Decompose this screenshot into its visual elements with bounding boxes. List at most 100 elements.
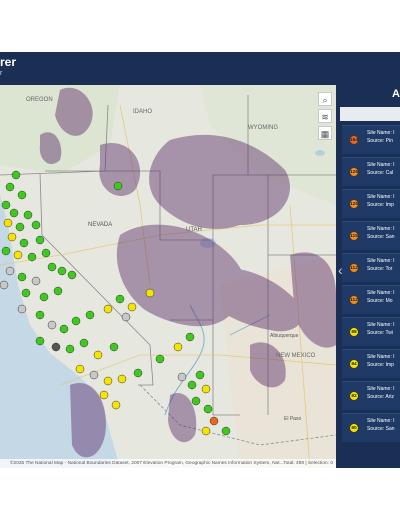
site-marker[interactable] — [39, 292, 49, 302]
source-label: Source: San — [367, 426, 395, 432]
site-marker[interactable] — [79, 338, 89, 348]
site-marker[interactable] — [27, 252, 37, 262]
site-marker[interactable] — [103, 376, 113, 386]
site-marker[interactable] — [187, 380, 197, 390]
site-name-label: Site Name: I — [367, 258, 395, 264]
basemap-icon[interactable]: ▦ — [318, 126, 332, 140]
list-item[interactable]: 126 Site Name: I Source: Cal — [342, 157, 400, 186]
site-marker[interactable] — [127, 302, 137, 312]
map-view[interactable]: OREGON IDAHO WYOMING NEVADA UTAH NEW MEX… — [0, 85, 336, 468]
aqi-badge: 98 — [349, 327, 359, 337]
site-marker[interactable] — [53, 286, 63, 296]
site-marker[interactable] — [209, 416, 219, 426]
site-name-label: Site Name: I — [367, 418, 395, 424]
site-name-label: Site Name: I — [367, 162, 395, 168]
site-marker[interactable] — [21, 288, 31, 298]
site-marker[interactable] — [51, 342, 61, 352]
search-icon[interactable]: ⌕ — [318, 92, 332, 106]
site-name-label: Site Name: I — [367, 322, 395, 328]
list-item[interactable]: 164 Site Name: I Source: Pin — [342, 125, 400, 154]
site-marker[interactable] — [67, 270, 77, 280]
site-marker[interactable] — [31, 220, 41, 230]
site-marker[interactable] — [35, 336, 45, 346]
site-marker[interactable] — [19, 238, 29, 248]
map-canvas[interactable]: OREGON IDAHO WYOMING NEVADA UTAH NEW MEX… — [0, 85, 336, 468]
layers-icon[interactable]: ≋ — [318, 109, 332, 123]
site-marker[interactable] — [23, 210, 33, 220]
list-item[interactable]: 125 Site Name: I Source: Imp — [342, 189, 400, 218]
site-marker[interactable] — [191, 396, 201, 406]
site-marker[interactable] — [185, 332, 195, 342]
site-marker[interactable] — [35, 310, 45, 320]
site-marker[interactable] — [121, 312, 131, 322]
site-marker[interactable] — [195, 370, 205, 380]
site-marker[interactable] — [59, 324, 69, 334]
site-marker[interactable] — [203, 404, 213, 414]
site-marker[interactable] — [99, 390, 109, 400]
site-marker[interactable] — [17, 272, 27, 282]
site-marker[interactable] — [201, 384, 211, 394]
site-marker[interactable] — [71, 316, 81, 326]
site-marker[interactable] — [89, 370, 99, 380]
list-item[interactable]: 98 Site Name: I Source: Twi — [342, 317, 400, 346]
list-item[interactable]: 112 Site Name: I Source: Mo — [342, 285, 400, 314]
site-marker[interactable] — [1, 246, 11, 256]
list-item[interactable]: 115 Site Name: I Source: San — [342, 221, 400, 250]
site-marker[interactable] — [17, 304, 27, 314]
site-marker[interactable] — [13, 250, 23, 260]
site-marker[interactable] — [173, 342, 183, 352]
aqi-badge: 94 — [349, 359, 359, 369]
site-marker[interactable] — [1, 200, 11, 210]
site-marker[interactable] — [93, 350, 103, 360]
list-item[interactable]: 112 Site Name: I Source: Tor — [342, 253, 400, 282]
list-item[interactable]: 92 Site Name: I Source: Ariz — [342, 381, 400, 410]
site-marker[interactable] — [109, 342, 119, 352]
app-title: rer — [0, 55, 17, 69]
site-marker[interactable] — [133, 368, 143, 378]
site-marker[interactable] — [155, 354, 165, 364]
aqi-badge: 112 — [349, 263, 359, 273]
aqi-badge: 92 — [349, 391, 359, 401]
source-label: Source: Imp — [367, 362, 394, 368]
aqi-badge: 164 — [349, 135, 359, 145]
site-marker[interactable] — [75, 364, 85, 374]
site-marker[interactable] — [85, 310, 95, 320]
list-item[interactable]: 90 Site Name: I Source: San — [342, 413, 400, 442]
source-label: Source: Tor — [367, 266, 393, 272]
site-marker[interactable] — [103, 304, 113, 314]
site-marker[interactable] — [17, 190, 27, 200]
site-marker[interactable] — [5, 266, 15, 276]
site-marker[interactable] — [5, 182, 15, 192]
site-marker[interactable] — [201, 426, 211, 436]
site-marker[interactable] — [117, 374, 127, 384]
state-label-idaho: IDAHO — [133, 109, 152, 115]
site-marker[interactable] — [177, 372, 187, 382]
site-marker[interactable] — [47, 320, 57, 330]
site-marker[interactable] — [47, 262, 57, 272]
site-marker[interactable] — [11, 170, 21, 180]
site-marker[interactable] — [41, 248, 51, 258]
site-marker[interactable] — [115, 294, 125, 304]
site-marker[interactable] — [15, 222, 25, 232]
site-marker[interactable] — [7, 232, 17, 242]
aqi-badge: 115 — [349, 231, 359, 241]
site-marker[interactable] — [65, 344, 75, 354]
site-marker[interactable] — [113, 181, 123, 191]
site-name-label: Site Name: I — [367, 386, 395, 392]
state-label-nevada: NEVADA — [88, 222, 112, 228]
site-marker[interactable] — [0, 280, 9, 290]
site-marker[interactable] — [57, 266, 67, 276]
city-label-albuquerque: Albuquerque — [270, 333, 299, 339]
site-marker[interactable] — [31, 276, 41, 286]
list-item[interactable]: 94 Site Name: I Source: Imp — [342, 349, 400, 378]
site-marker[interactable] — [3, 218, 13, 228]
site-marker[interactable] — [35, 235, 45, 245]
source-label: Source: Ariz — [367, 394, 394, 400]
site-marker[interactable] — [111, 400, 121, 410]
site-marker[interactable] — [145, 288, 155, 298]
site-name-label: Site Name: I — [367, 130, 395, 136]
previous-arrow-icon[interactable]: ‹ — [338, 262, 343, 278]
list-search-bar[interactable] — [340, 107, 400, 121]
site-marker[interactable] — [221, 426, 231, 436]
site-marker[interactable] — [9, 208, 19, 218]
